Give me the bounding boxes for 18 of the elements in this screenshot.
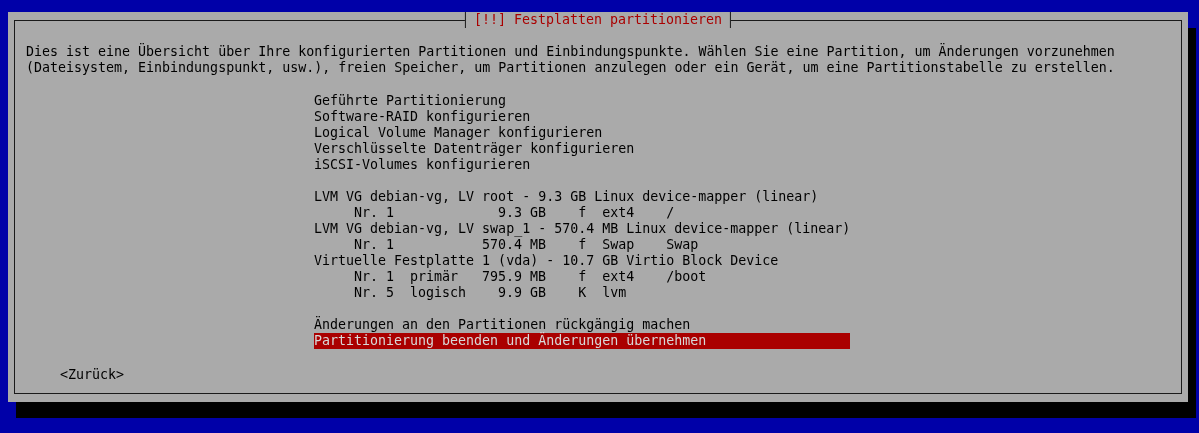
device-item[interactable]: LVM VG debian-vg, LV root - 9.3 GB Linux device-mapper (linear) [314, 189, 851, 205]
partition-item[interactable]: Nr. 1 9.3 GB f ext4 / [314, 205, 851, 221]
partition-item[interactable]: Nr. 5 logisch 9.9 GB K lvm [314, 285, 851, 301]
menu-item[interactable]: Partitionierung beenden und Änderungen übernehmen [314, 333, 851, 349]
menu-item[interactable]: iSCSI-Volumes konfigurieren [314, 157, 851, 173]
menu-item[interactable]: Änderungen an den Partitionen rückgängig machen [314, 317, 851, 333]
partition-item[interactable]: Nr. 1 570.4 MB f Swap Swap [314, 237, 851, 253]
device-item[interactable]: LVM VG debian-vg, LV swap_1 - 570.4 MB Linux device-mapper (linear) [314, 221, 851, 237]
dialog-title: [!!] Festplatten partitionieren [464, 12, 732, 28]
description-text: (Dateisystem, Einbindungspunkt, usw.), freien Speicher, um Partitionen anzulegen oder ein Gerät, um eine Partitionstabelle zu erstellen. [26, 60, 1116, 76]
menu-item[interactable]: Geführte Partitionierung [314, 93, 851, 109]
menu-item[interactable]: Logical Volume Manager konfigurieren [314, 125, 851, 141]
menu-item[interactable]: Software-RAID konfigurieren [314, 109, 851, 125]
partition-item[interactable]: Nr. 1 primär 795.9 MB f ext4 /boot [314, 269, 851, 285]
menu-item[interactable]: Verschlüsselte Datenträger konfigurieren [314, 141, 851, 157]
back-button[interactable]: <Zurück> [60, 367, 125, 383]
description-text: Dies ist eine Übersicht über Ihre konfigurierten Partitionen und Einbindungspunkte. Wählen Sie eine Partition, um Änderungen vorzunehmen [26, 44, 1116, 60]
device-item[interactable]: Virtuelle Festplatte 1 (vda) - 10.7 GB Virtio Block Device [314, 253, 851, 269]
